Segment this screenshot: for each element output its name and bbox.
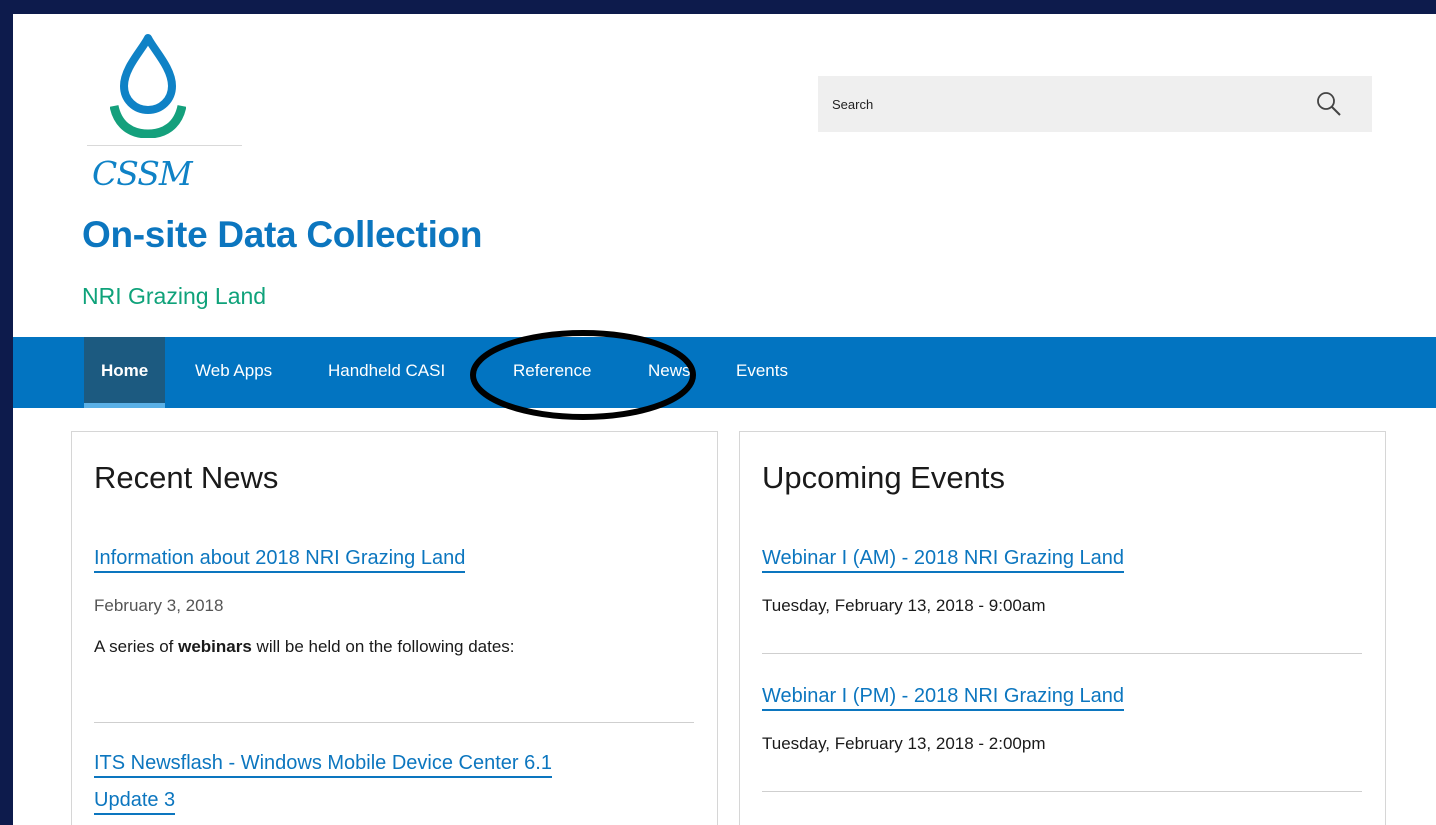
- search-input[interactable]: [818, 76, 1288, 132]
- search-icon[interactable]: [1315, 90, 1343, 118]
- recent-news-heading: Recent News: [94, 460, 279, 495]
- event-link-webinar-pm[interactable]: Webinar I (PM) - 2018 NRI Grazing Land: [762, 685, 1125, 711]
- nav-item-reference[interactable]: Reference: [513, 337, 591, 408]
- upcoming-events-heading: Upcoming Events: [762, 460, 1005, 495]
- water-drop-logo-icon: [110, 34, 186, 138]
- site-subtitle: NRI Grazing Land: [82, 283, 267, 309]
- nav-item-handheld-casi[interactable]: Handheld CASI: [328, 337, 445, 408]
- upcoming-events-card: Upcoming Events Webinar I (AM) - 2018 NR…: [739, 431, 1386, 825]
- main-nav: Home Web Apps Handheld CASI Reference Ne…: [13, 337, 1436, 408]
- logo-wordmark[interactable]: CSSM: [92, 154, 193, 193]
- event-link-webinar-am[interactable]: Webinar I (AM) - 2018 NRI Grazing Land: [762, 547, 1125, 573]
- event-divider: [762, 791, 1362, 792]
- event-date: Tuesday, February 13, 2018 - 9:00am: [762, 596, 1046, 615]
- site-title[interactable]: On-site Data Collection: [82, 214, 482, 256]
- news-link-nri-info[interactable]: Information about 2018 NRI Grazing Land: [94, 547, 466, 573]
- logo-divider: [87, 145, 242, 146]
- web-page: CSSM On-site Data Collection NRI Grazing…: [13, 14, 1436, 825]
- news-divider: [94, 722, 694, 723]
- news-summary-bold: webinars: [178, 637, 252, 656]
- nav-item-events[interactable]: Events: [736, 337, 788, 408]
- nav-item-web-apps[interactable]: Web Apps: [195, 337, 272, 408]
- news-summary: A series of webinars will be held on the…: [94, 637, 515, 656]
- screen-frame: CSSM On-site Data Collection NRI Grazing…: [0, 0, 1436, 825]
- recent-news-card: Recent News Information about 2018 NRI G…: [71, 431, 718, 825]
- news-link-its-newsflash[interactable]: ITS Newsflash - Windows Mobile Device Ce…: [94, 752, 552, 778]
- event-date: Tuesday, February 13, 2018 - 2:00pm: [762, 734, 1046, 753]
- news-link-its-newsflash-cont[interactable]: Update 3: [94, 789, 176, 815]
- nav-item-home[interactable]: Home: [84, 337, 166, 408]
- event-divider: [762, 653, 1362, 654]
- nav-item-news[interactable]: News: [648, 337, 691, 408]
- news-date: February 3, 2018: [94, 596, 224, 615]
- search-box: [818, 76, 1372, 132]
